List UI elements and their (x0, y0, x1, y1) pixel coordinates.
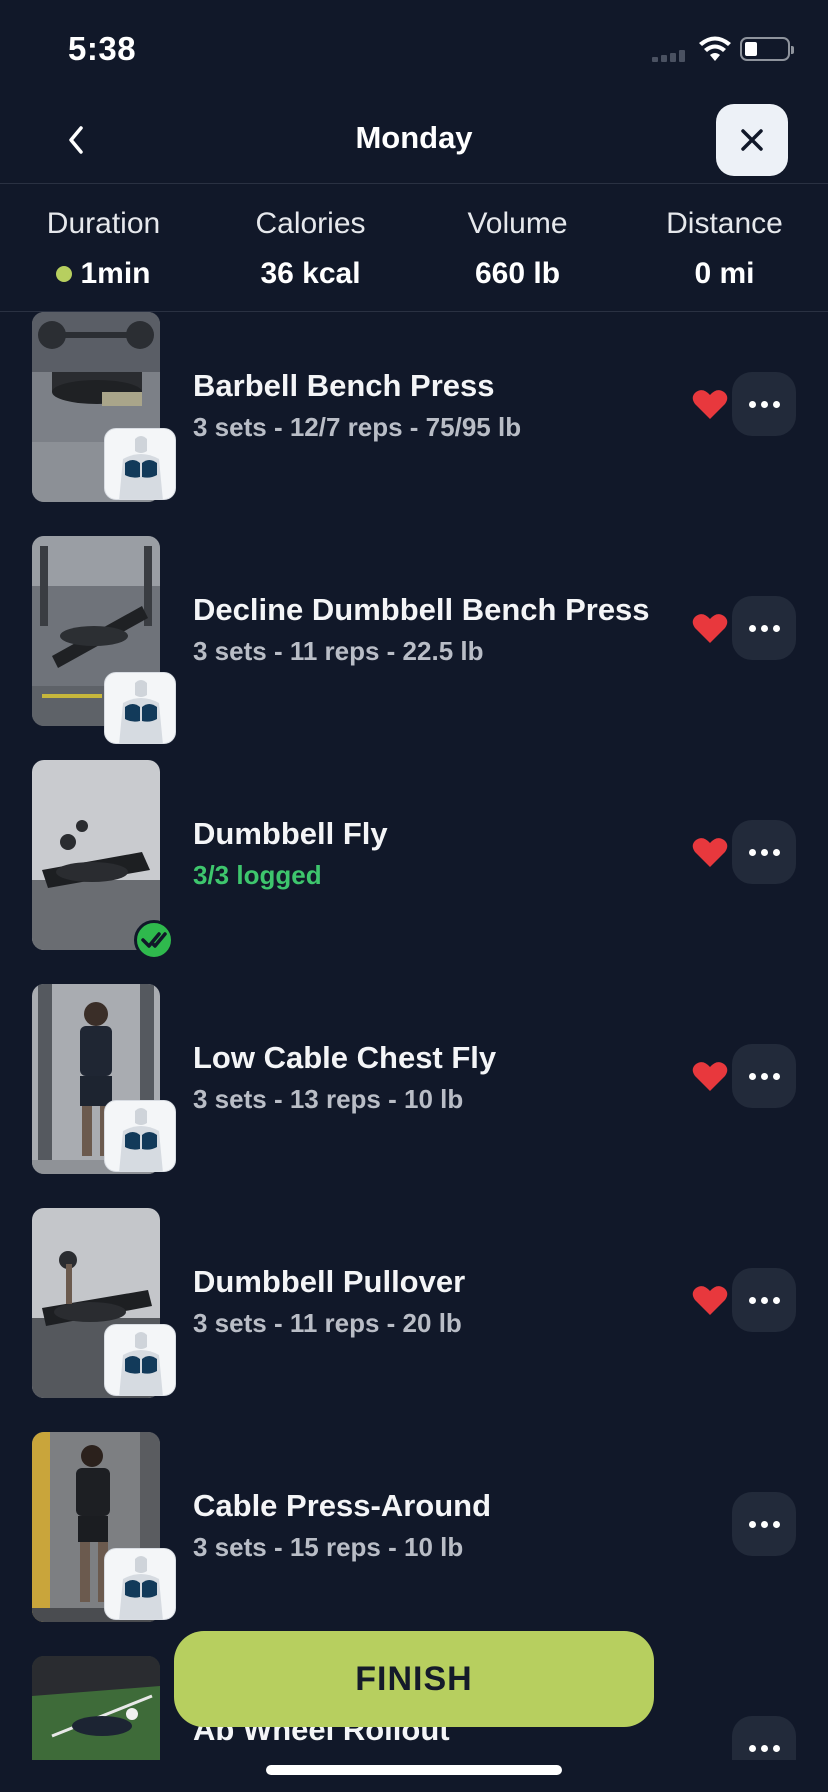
stat-volume: Volume 660 lb (414, 207, 621, 291)
nav-header: Monday (0, 100, 828, 184)
exercise-detail: 3 sets - 11 reps - 20 lb (193, 1308, 462, 1338)
exercise-row-decline-dumbbell-bench-press[interactable]: Decline Dumbbell Bench Press 3 sets - 11… (0, 536, 828, 760)
exercise-thumbnail (32, 760, 160, 950)
stat-calories: Calories 36 kcal (207, 207, 414, 291)
more-options-button[interactable] (732, 1716, 796, 1760)
more-options-button[interactable] (732, 1268, 796, 1332)
muscle-group-icon (104, 1100, 176, 1172)
exercise-thumbnail (32, 1656, 160, 1760)
more-options-button[interactable] (732, 372, 796, 436)
page-title: Monday (355, 120, 473, 155)
muscle-group-icon (104, 1548, 176, 1620)
completed-check-icon (134, 920, 174, 960)
exercise-detail: 3 sets - 15 reps - 10 lb (193, 1532, 464, 1562)
exercise-row-cable-press-around[interactable]: Cable Press-Around 3 sets - 15 reps - 10… (0, 1432, 828, 1656)
exercise-row-dumbbell-pullover[interactable]: Dumbbell Pullover 3 sets - 11 reps - 20 … (0, 1208, 828, 1432)
heart-icon[interactable] (692, 1060, 728, 1092)
exercise-name: Dumbbell Pullover (193, 1264, 466, 1299)
battery-icon (740, 37, 794, 61)
stat-value: 36 kcal (260, 257, 361, 290)
cellular-signal-icon (652, 50, 688, 62)
exercise-list: Barbell Bench Press 3 sets - 12/7 reps -… (0, 312, 828, 1760)
exercise-name: Cable Press-Around (193, 1488, 492, 1523)
more-options-button[interactable] (732, 820, 796, 884)
more-options-button[interactable] (732, 1044, 796, 1108)
stat-value: 660 lb (474, 257, 561, 290)
exercise-detail: 3 sets - 12/7 reps - 75/95 lb (193, 412, 522, 442)
close-icon (741, 129, 763, 151)
muscle-group-icon (104, 672, 176, 744)
exercise-detail: 3 sets - 13 reps - 10 lb (193, 1084, 464, 1114)
exercise-row-low-cable-chest-fly[interactable]: Low Cable Chest Fly 3 sets - 13 reps - 1… (0, 984, 828, 1208)
muscle-group-icon (104, 428, 176, 500)
stat-label: Distance (666, 207, 783, 240)
heart-icon[interactable] (692, 612, 728, 644)
live-indicator-dot (56, 266, 73, 282)
exercise-name: Dumbbell Fly (193, 816, 388, 851)
more-options-button[interactable] (732, 1492, 796, 1556)
wifi-icon (699, 36, 731, 61)
exercise-detail: 3 sets - 11 reps - 22.5 lb (193, 636, 484, 666)
stat-label: Duration (46, 207, 161, 240)
heart-icon[interactable] (692, 388, 728, 420)
exercise-row-barbell-bench-press[interactable]: Barbell Bench Press 3 sets - 12/7 reps -… (0, 312, 828, 536)
exercise-name: Decline Dumbbell Bench Press (193, 592, 650, 627)
close-button[interactable] (716, 104, 788, 176)
heart-icon[interactable] (692, 836, 728, 868)
exercise-name: Low Cable Chest Fly (193, 1040, 497, 1075)
more-options-button[interactable] (732, 596, 796, 660)
exercise-name: Barbell Bench Press (193, 368, 495, 403)
home-indicator (266, 1765, 562, 1775)
exercise-logged-status: 3/3 logged (193, 860, 322, 890)
stat-value: 1min (80, 257, 151, 290)
muscle-group-icon (104, 1324, 176, 1396)
status-time: 5:38 (68, 30, 137, 67)
finish-button[interactable]: FINISH (174, 1631, 654, 1727)
stat-label: Calories (255, 207, 366, 240)
stat-duration: Duration 1min (0, 207, 207, 291)
workout-stats: Duration 1min Calories 36 kcal Volume 66… (0, 185, 828, 312)
stat-label: Volume (467, 207, 568, 240)
exercise-row-dumbbell-fly[interactable]: Dumbbell Fly 3/3 logged (0, 760, 828, 984)
status-bar: 5:38 (0, 0, 828, 100)
stat-value: 0 mi (694, 257, 755, 290)
stat-distance: Distance 0 mi (621, 207, 828, 291)
heart-icon[interactable] (692, 1284, 728, 1316)
